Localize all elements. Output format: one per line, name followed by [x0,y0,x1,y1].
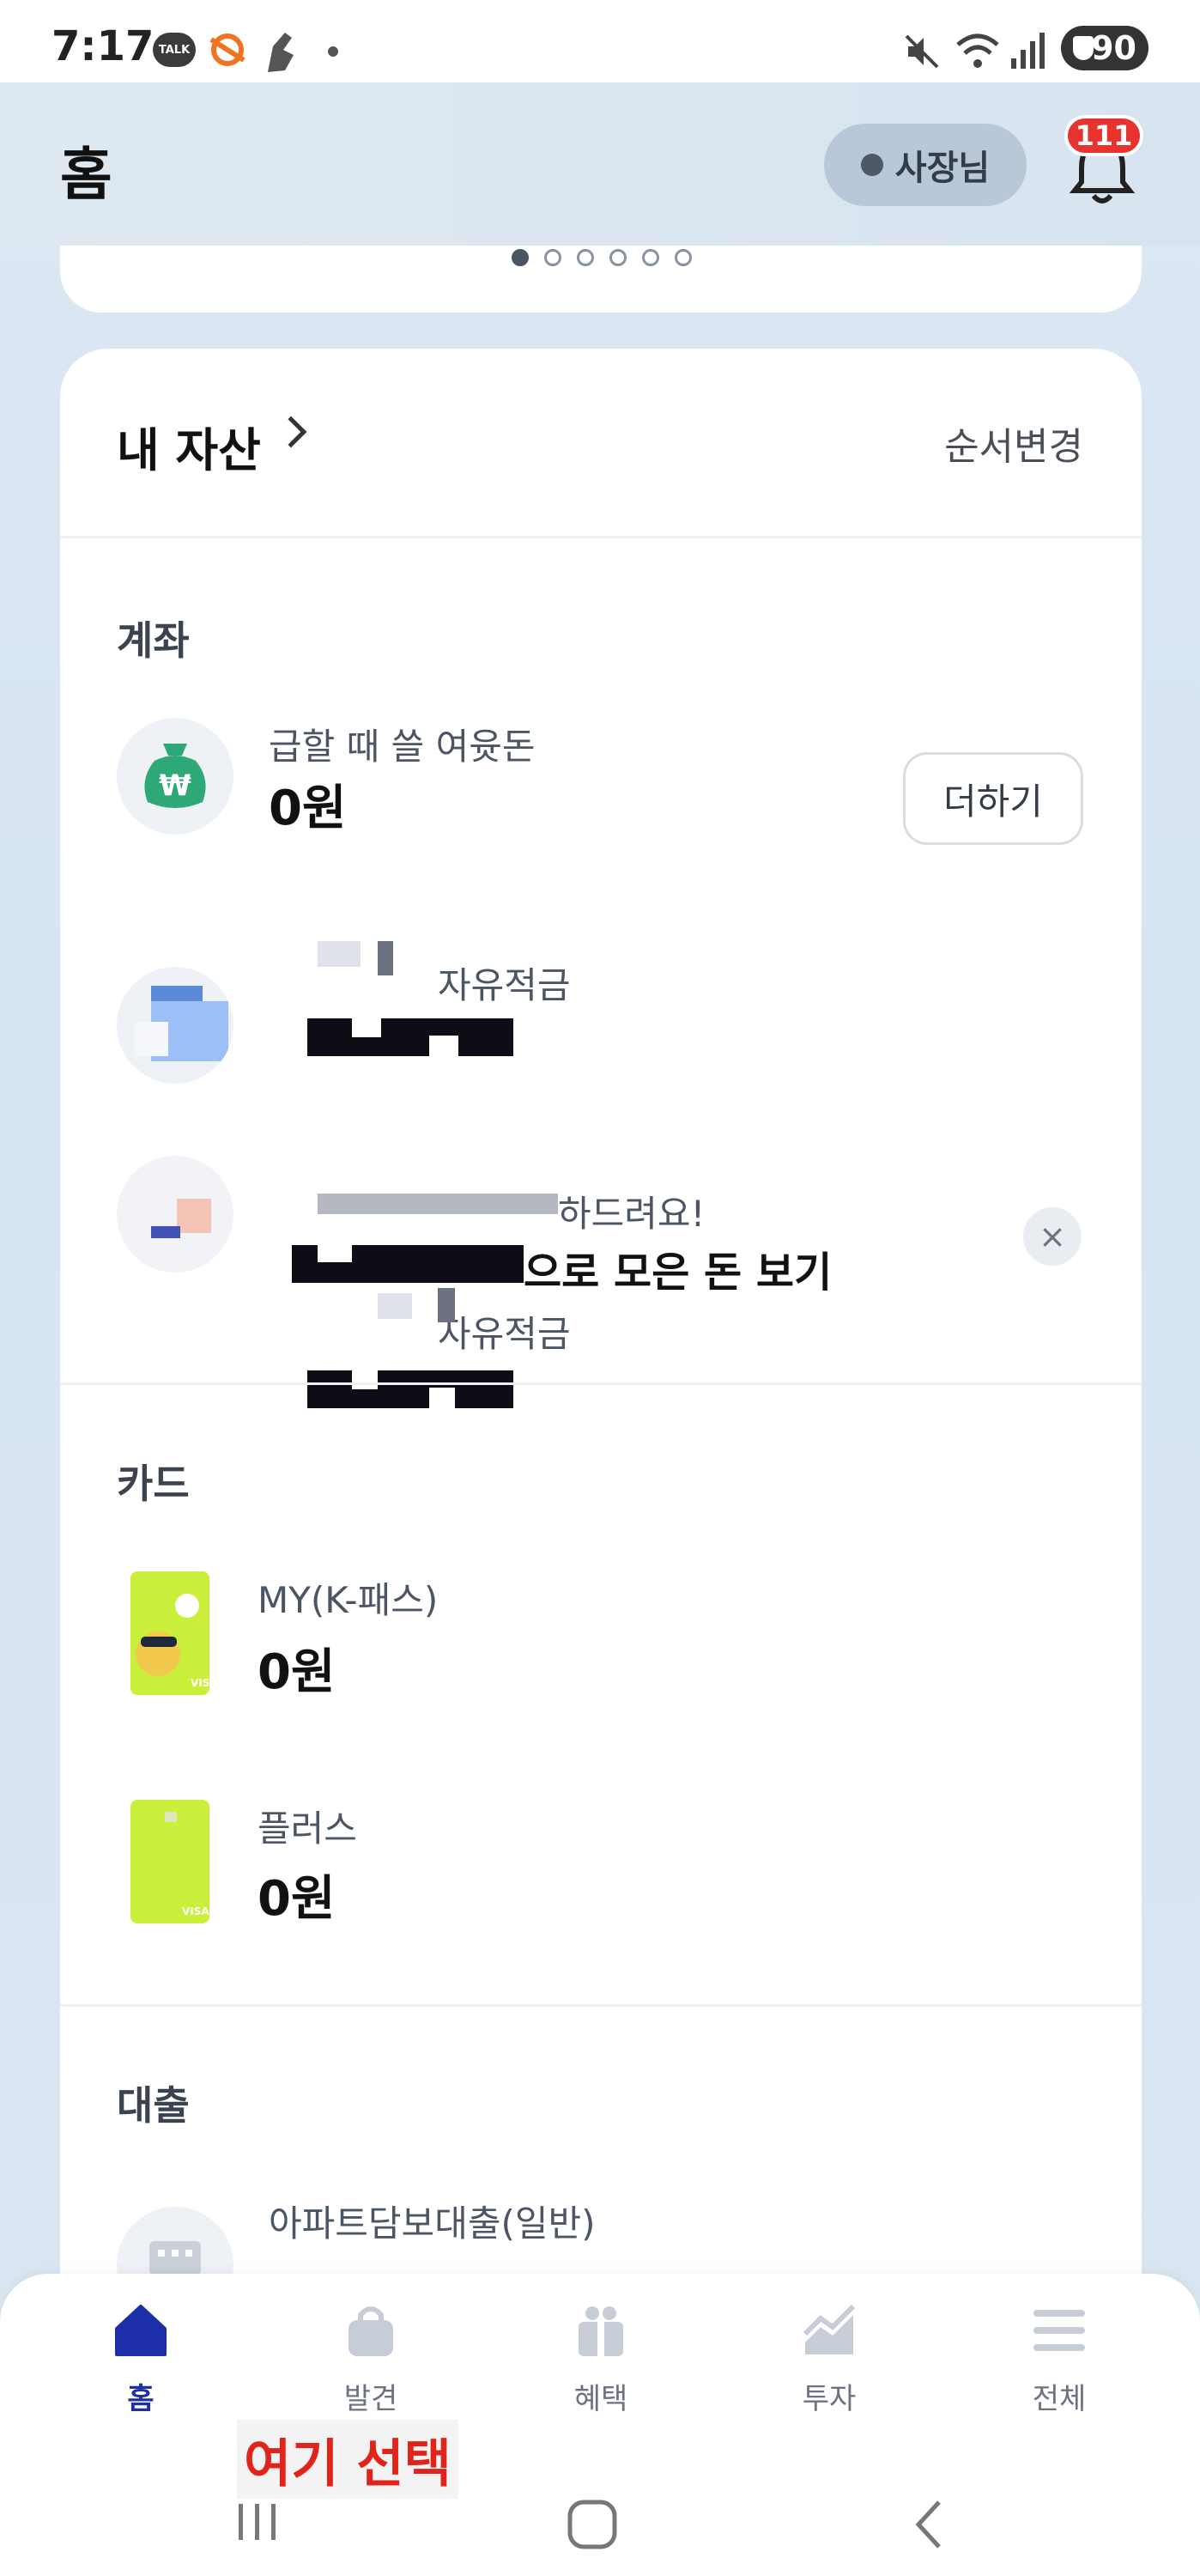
more-dot-icon [328,46,338,57]
add-money-button[interactable]: 더하기 [903,752,1083,845]
accounts-section-title: 계좌 [117,617,190,664]
svg-text:VISA: VISA [191,1677,209,1689]
card-image-icon: VISA [130,1800,209,1923]
savings-icon [117,967,233,1084]
mute-icon [905,34,939,69]
divider [60,2004,1142,2007]
card-row-kpass[interactable]: VISA MY(K-패스) 0원 [60,1571,1142,1717]
app-header: 홈 사장님 111 [0,82,1200,246]
status-dot-icon [860,154,883,176]
battery-level: 90 [1091,29,1136,67]
nav-home[interactable]: 홈 [64,2300,218,2428]
nav-discover[interactable]: 발견 [294,2300,448,2428]
close-icon[interactable]: × [1023,1207,1082,1266]
banner-pagination [512,249,692,266]
signal-icon [1011,33,1045,69]
home-icon [115,2305,167,2356]
nav-label: 발견 [343,2382,398,2416]
divider [60,536,1142,538]
notification-badge: 111 [1064,115,1143,156]
pagination-dot [642,249,659,266]
account-label: 자유적금 [438,964,571,1006]
promo-text: 으로 모은 돈 보기 [524,1249,833,1297]
redacted-block [307,1018,513,1056]
owner-profile-button[interactable]: 사장님 [824,124,1027,206]
kakaotalk-icon: TALK [153,33,196,67]
page-title: 홈 [60,142,112,208]
nav-label: 홈 [127,2382,155,2416]
hand-icon [268,33,294,72]
bag-icon [348,2306,393,2356]
chart-icon [803,2304,856,2354]
recent-apps-icon[interactable] [232,2500,283,2543]
redacted-block [429,1036,458,1056]
redacted-block [318,1245,352,1262]
pagination-dot [609,249,627,266]
battery-indicator: 90 [1061,26,1148,70]
annotation-label: 여기 선택 [237,2420,458,2499]
nav-label: 혜택 [573,2382,628,2416]
promo-label: 하드려요! [558,1193,706,1235]
redacted-block [352,1018,381,1037]
gift-icon [579,2306,623,2356]
redacted-block [318,941,361,967]
svg-text:₩: ₩ [159,769,191,803]
menu-icon [1033,2310,1085,2351]
card-amount: 0원 [258,1871,336,1927]
redacted-block [429,1388,455,1408]
app-notification-icon [209,33,245,66]
account-label: 급할 때 쓸 여윳돈 [269,726,536,768]
wifi-icon [956,33,999,68]
chevron-right-icon [275,416,307,448]
account-amount: 0원 [269,781,347,836]
nav-label: 투자 [802,2382,857,2416]
card-label: MY(K-패스) [258,1579,439,1621]
card-amount: 0원 [258,1644,336,1700]
system-navigation-bar [0,2433,1200,2576]
pagination-dot [577,249,594,266]
owner-label: 사장님 [894,149,991,188]
my-assets-link[interactable]: 내 자산 [60,349,369,520]
pagination-dot [544,249,561,266]
redacted-block [352,1370,378,1389]
bottom-navigation: 홈 발견 혜택 투자 전체 [0,2274,1200,2433]
card-image-icon: VISA [130,1571,218,1695]
back-icon[interactable] [912,2499,946,2550]
redacted-block [307,1370,513,1408]
account-row-savings[interactable]: 자유적금 [60,941,1142,1408]
svg-text:VISA: VISA [182,1905,209,1917]
status-bar: 7:17 TALK 90 [0,0,1200,82]
account-label: 자유적금 [438,1313,571,1355]
loans-section-title: 대출 [117,2082,190,2129]
my-assets-title: 내 자산 [117,423,261,477]
nav-benefits[interactable]: 혜택 [524,2300,678,2428]
redacted-block [378,941,393,975]
money-bag-icon: ₩ [117,718,233,835]
redacted-block [318,1194,558,1214]
card-label: 플러스 [258,1807,357,1850]
home-button-icon[interactable] [567,2499,618,2550]
shield-icon [1073,36,1094,60]
my-assets-card: 내 자산 순서변경 계좌 ₩ 급할 때 쓸 여윳돈 0원 더하기 자유적금 자유… [60,349,1142,2324]
pagination-dot [675,249,692,266]
promo-icon [117,1156,233,1273]
reorder-button[interactable]: 순서변경 [944,416,1083,471]
nav-label: 전체 [1032,2382,1087,2416]
nav-all[interactable]: 전체 [982,2300,1136,2428]
nav-invest[interactable]: 투자 [752,2300,906,2428]
status-time: 7:17 [52,22,155,70]
cards-section-title: 카드 [117,1461,190,1507]
divider [60,1382,1142,1385]
card-row-plus[interactable]: VISA 플러스 0원 [60,1800,1142,1946]
pagination-dot [512,249,529,266]
loan-label: 아파트담보대출(일반) [269,2202,596,2245]
